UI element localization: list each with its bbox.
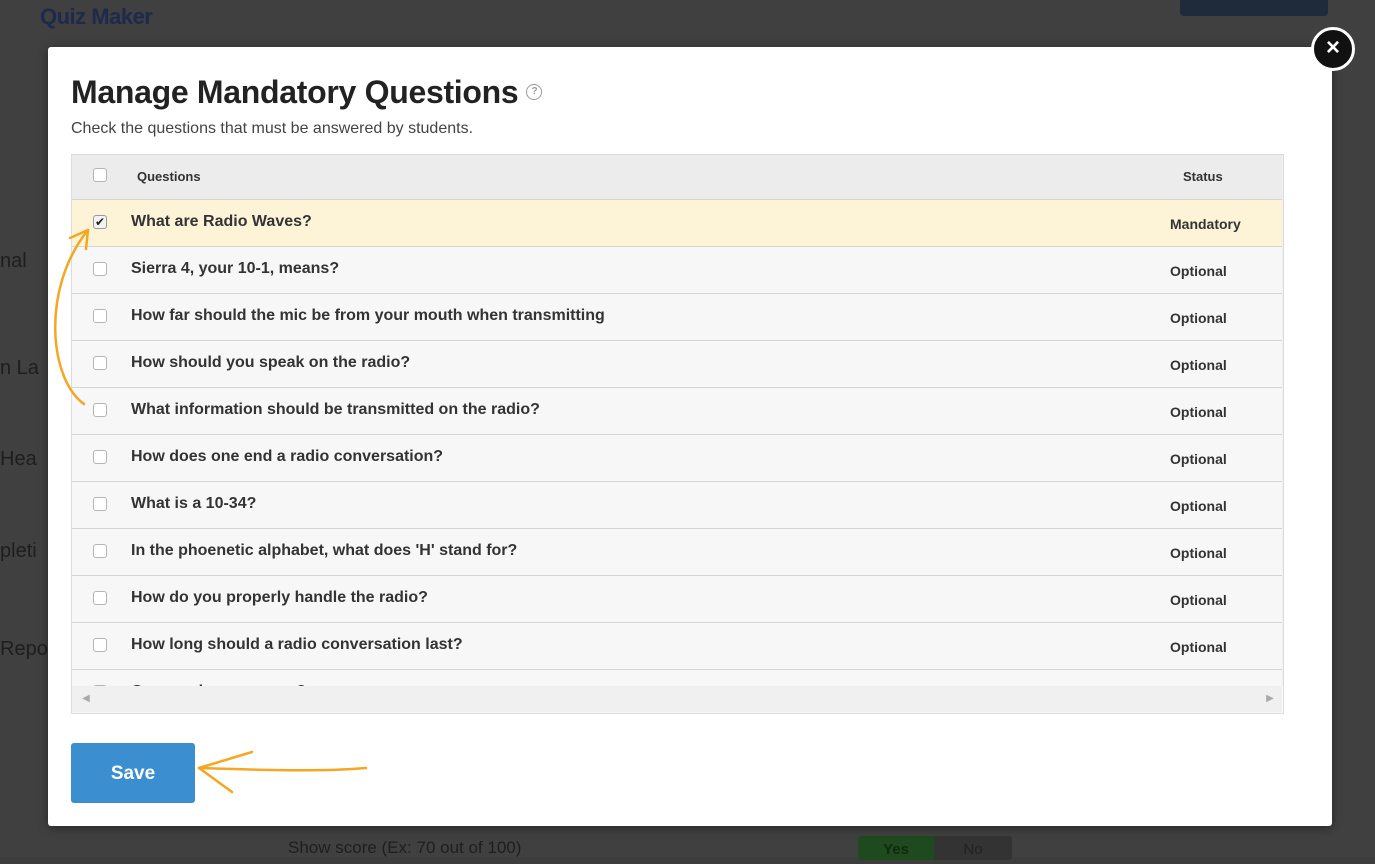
question-text: How does one end a radio conversation?: [131, 448, 444, 465]
scroll-up-icon[interactable]: ▲: [1282, 155, 1283, 175]
no-toggle: No: [934, 836, 1012, 860]
table-body: ✔ What are Radio Waves? Mandatory Sierra 4,…: [72, 200, 1282, 713]
table-row[interactable]: How do you properly handle the radio? Opt…: [72, 576, 1282, 623]
question-text: In the phoenetic alphabet, what does 'H'…: [131, 542, 518, 559]
close-icon[interactable]: ×: [1311, 27, 1355, 71]
header-questions: Questions: [137, 169, 201, 184]
status-text: Optional: [1170, 404, 1227, 420]
scroll-left-icon[interactable]: ◀: [76, 686, 96, 712]
save-button[interactable]: Save: [71, 743, 195, 803]
top-action-button: [1180, 0, 1328, 16]
row-checkbox[interactable]: [93, 450, 107, 464]
yes-toggle: Yes: [858, 836, 934, 860]
side-label: Hea: [0, 448, 37, 470]
row-checkbox[interactable]: [93, 309, 107, 323]
table-row[interactable]: How should you speak on the radio? Option…: [72, 341, 1282, 388]
status-text: Optional: [1170, 310, 1227, 326]
table-row[interactable]: In the phoenetic alphabet, what does 'H'…: [72, 529, 1282, 576]
table-row[interactable]: How far should the mic be from your mout…: [72, 294, 1282, 341]
question-text: How far should the mic be from your mout…: [131, 307, 605, 324]
vertical-scrollbar[interactable]: ▲ ▼: [1282, 155, 1283, 686]
modal-title-text: Manage Mandatory Questions: [71, 74, 519, 110]
row-checkbox[interactable]: [93, 591, 107, 605]
scrollbar-corner: [1282, 686, 1283, 712]
status-text: Optional: [1170, 451, 1227, 467]
horizontal-scrollbar[interactable]: ◀ ▶: [72, 686, 1282, 712]
question-text: What information should be transmitted o…: [131, 401, 540, 418]
question-text: How should you speak on the radio?: [131, 354, 411, 371]
status-text: Optional: [1170, 357, 1227, 373]
select-all-checkbox[interactable]: [93, 168, 107, 182]
table-header: Questions Status: [72, 155, 1282, 200]
status-text: Optional: [1170, 639, 1227, 655]
status-text: Optional: [1170, 545, 1227, 561]
question-text: How long should a radio conversation las…: [131, 636, 463, 653]
table-row[interactable]: What information should be transmitted o…: [72, 388, 1282, 435]
table-row[interactable]: How long should a radio conversation las…: [72, 623, 1282, 670]
scroll-right-icon[interactable]: ▶: [1260, 686, 1280, 712]
show-score-label: Show score (Ex: 70 out of 100): [288, 838, 522, 857]
status-text: Optional: [1170, 263, 1227, 279]
row-checkbox[interactable]: [93, 497, 107, 511]
status-text: Optional: [1170, 498, 1227, 514]
side-label: nal: [0, 250, 27, 272]
row-checkbox[interactable]: [93, 403, 107, 417]
manage-mandatory-modal: Manage Mandatory Questions? Check the qu…: [48, 47, 1332, 826]
app-title: Quiz Maker: [40, 4, 153, 29]
modal-subtitle: Check the questions that must be answere…: [71, 120, 474, 137]
question-text: What is a 10-34?: [131, 495, 257, 512]
table-row[interactable]: How does one end a radio conversation? Op…: [72, 435, 1282, 482]
modal-title: Manage Mandatory Questions?: [71, 74, 543, 111]
row-checkbox[interactable]: [93, 544, 107, 558]
header-status: Status: [1183, 169, 1223, 184]
question-text: What are Radio Waves?: [131, 213, 312, 230]
status-text: Optional: [1170, 592, 1227, 608]
table-row[interactable]: ✔ What are Radio Waves? Mandatory: [72, 200, 1282, 247]
status-text: Mandatory: [1170, 216, 1241, 232]
scroll-down-icon[interactable]: ▼: [1282, 664, 1283, 684]
table-row[interactable]: Sierra 4, your 10-1, means? Optional: [72, 247, 1282, 294]
row-checkbox[interactable]: [93, 356, 107, 370]
row-checkbox[interactable]: [93, 638, 107, 652]
help-icon[interactable]: ?: [526, 83, 543, 100]
questions-table: Questions Status ✔ What are Radio Waves? M…: [71, 154, 1284, 714]
question-text: Sierra 4, your 10-1, means?: [131, 260, 340, 277]
side-label: pleti: [0, 540, 37, 562]
row-checkbox[interactable]: [93, 262, 107, 276]
side-label: Repo: [0, 638, 48, 660]
question-text: How do you properly handle the radio?: [131, 589, 428, 606]
row-checkbox-checked[interactable]: ✔: [93, 215, 107, 229]
table-row[interactable]: What is a 10-34? Optional: [72, 482, 1282, 529]
side-label: n La: [0, 357, 39, 379]
